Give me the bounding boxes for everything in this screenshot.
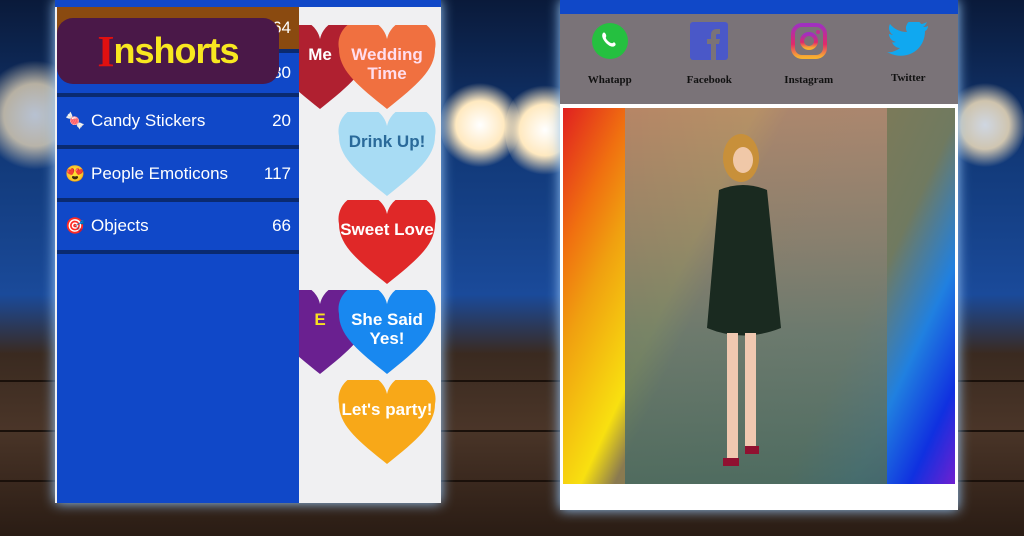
item-count: 20 bbox=[272, 111, 291, 130]
app-bar bbox=[55, 0, 441, 7]
share-instagram[interactable]: Instagram bbox=[759, 14, 859, 104]
target-icon: 🎯 bbox=[65, 218, 85, 235]
drawer-item-objects[interactable]: 🎯 Objects 66 bbox=[57, 202, 299, 254]
candy-icon: 🍬 bbox=[65, 113, 85, 130]
share-facebook[interactable]: Facebook bbox=[660, 14, 760, 104]
sticker-heart[interactable]: She Said Yes! bbox=[337, 290, 437, 376]
heart-eyes-emoji-icon: 😍 bbox=[65, 165, 85, 183]
photo-woman-figure bbox=[707, 134, 781, 466]
sticker-text: She Said Yes! bbox=[351, 310, 423, 348]
whatsapp-icon bbox=[591, 23, 628, 59]
twitter-icon bbox=[887, 22, 929, 56]
heart-shape bbox=[338, 380, 436, 464]
sticker-heart[interactable]: Let's party! bbox=[337, 380, 437, 466]
sticker-text: Drink Up! bbox=[348, 132, 426, 151]
sticker-heart[interactable]: Sweet Love bbox=[337, 200, 437, 286]
framed-photo[interactable] bbox=[563, 108, 955, 484]
heart-shape bbox=[338, 112, 436, 196]
app-bar bbox=[560, 0, 958, 14]
share-bar: Whatapp Facebook Instagram Twitter bbox=[560, 14, 958, 104]
item-count: 66 bbox=[272, 216, 291, 235]
photo-frame-screen: Whatapp Facebook Instagram Twitter bbox=[560, 0, 958, 510]
sticker-app-screen: Me Wedding Time Drink Up! Sweet Love E She Sa… bbox=[55, 0, 441, 503]
item-count: 117 bbox=[263, 163, 291, 183]
share-twitter[interactable]: Twitter bbox=[859, 14, 959, 104]
inshorts-logo: Inshorts bbox=[57, 18, 279, 84]
sticker-text: Wedding Time bbox=[351, 45, 423, 83]
instagram-icon bbox=[790, 23, 827, 59]
sticker-heart[interactable]: Wedding Time bbox=[337, 25, 437, 111]
heart-shape bbox=[338, 200, 436, 284]
sticker-text: Let's party! bbox=[341, 400, 433, 419]
sticker-text: Sweet Love bbox=[340, 220, 434, 239]
share-whatsapp[interactable]: Whatapp bbox=[560, 14, 660, 104]
facebook-icon bbox=[690, 22, 729, 60]
drawer-item-candy-stickers[interactable]: 🍬 Candy Stickers 20 bbox=[57, 97, 299, 149]
sticker-heart[interactable]: Drink Up! bbox=[337, 112, 437, 198]
drawer-item-people-emoticons[interactable]: 😍 People Emoticons 117 bbox=[57, 149, 299, 202]
